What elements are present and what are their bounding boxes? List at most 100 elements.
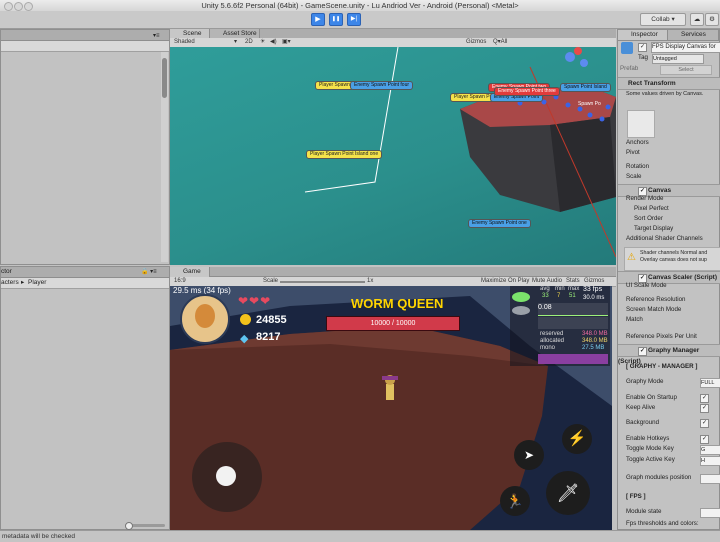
account-button[interactable]: ⚙ bbox=[705, 13, 719, 26]
breadcrumb-item-characters[interactable]: acters bbox=[1, 278, 19, 288]
anchors-label[interactable]: Anchors bbox=[626, 138, 720, 148]
label-enemy-spawn-one[interactable]: Enemy Spawn Point one bbox=[468, 219, 531, 228]
label-spawn-island-small[interactable]: Spawn Point Island bbox=[560, 83, 611, 92]
spawn-path-line bbox=[304, 47, 399, 193]
coin-count: 24855 bbox=[256, 314, 287, 326]
object-name-field[interactable]: FPS Display Canvas for bbox=[651, 42, 720, 53]
maximize-window-icon[interactable] bbox=[24, 2, 33, 11]
ui-scale-mode-label: UI Scale Mode bbox=[626, 282, 667, 289]
tab-inspector[interactable]: Inspector bbox=[618, 30, 668, 40]
graphy-manager-header[interactable]: ✓ Graphy Manager (Script) bbox=[618, 344, 720, 365]
keep-alive-checkbox[interactable]: ✓ bbox=[700, 404, 709, 413]
lightning-icon: ⚡ bbox=[567, 430, 587, 447]
fps-avg: 33 bbox=[542, 293, 549, 299]
status-bar: metadata will be checked bbox=[0, 530, 720, 542]
background-checkbox[interactable]: ✓ bbox=[700, 419, 709, 428]
hierarchy-scrollbar[interactable] bbox=[161, 52, 168, 262]
mute-audio-toggle[interactable]: Mute Audio bbox=[532, 277, 562, 286]
tab-game-label: Game bbox=[183, 268, 201, 275]
health-hearts: ❤❤❤ bbox=[238, 294, 272, 308]
zoom-slider[interactable] bbox=[125, 522, 165, 530]
scene-search-input[interactable]: Q▾All bbox=[493, 38, 507, 47]
cloud-button[interactable]: ☁ bbox=[690, 13, 704, 26]
close-window-icon[interactable] bbox=[4, 2, 13, 11]
sort-order-label: Sort Order bbox=[634, 215, 663, 222]
mem-allocated-label: allocated bbox=[540, 338, 565, 344]
attack-button[interactable]: 🗡 bbox=[546, 471, 590, 515]
window-title: Unity 5.6.6f2 Personal (64bit) - GameSce… bbox=[201, 1, 519, 10]
step-button[interactable]: ▶| bbox=[347, 13, 361, 26]
collab-button[interactable]: Collab ▾ bbox=[640, 13, 686, 26]
lighting-icon[interactable]: ☀ bbox=[260, 38, 265, 47]
player-avatar[interactable] bbox=[180, 294, 230, 344]
maximize-on-play-toggle[interactable]: Maximize On Play bbox=[481, 277, 529, 286]
special-attack-button[interactable]: ⚡ bbox=[562, 424, 592, 454]
enable-hotkeys-checkbox[interactable]: ✓ bbox=[700, 435, 709, 444]
audio-icon[interactable]: ◀) bbox=[270, 38, 277, 47]
label-spawn-s[interactable]: Spawn Po bbox=[575, 101, 604, 108]
stats-toggle[interactable]: Stats bbox=[566, 277, 580, 286]
graphy-checkbox[interactable]: ✓ bbox=[638, 347, 647, 356]
game-gizmos-dropdown[interactable]: Gizmos bbox=[584, 277, 604, 286]
run-button[interactable]: 🏃 bbox=[500, 486, 530, 516]
breadcrumb-item-player[interactable]: Player bbox=[28, 278, 46, 288]
label-enemy-spawn-four[interactable]: Enemy Spawn Point four bbox=[350, 81, 414, 90]
warning-text: Shader channels Normal and Overlay canva… bbox=[640, 250, 708, 263]
mem-reserved: 348.0 MB bbox=[582, 331, 608, 337]
label-red-spawn-b[interactable]: Enemy Spawn Point three bbox=[494, 87, 560, 96]
tab-game[interactable]: Game bbox=[170, 267, 210, 277]
pivot-label: Pivot bbox=[626, 149, 640, 156]
enable-on-startup-checkbox[interactable]: ✓ bbox=[700, 394, 709, 403]
game-view[interactable]: 29.5 ms (34 fps) ❤❤❤ 24855 ◆ 8217 WORM Q… bbox=[170, 286, 612, 530]
joystick-knob[interactable] bbox=[216, 466, 236, 486]
zoom-slider-handle[interactable] bbox=[125, 522, 133, 530]
panel-menu-icon[interactable]: ▾≡ bbox=[153, 32, 160, 39]
canvas-title: Canvas bbox=[648, 187, 672, 194]
shading-mode-dropdown[interactable]: Shaded bbox=[174, 38, 195, 47]
scale-slider[interactable] bbox=[280, 281, 365, 283]
main-toolbar: ▶ ❚❚ ▶| Collab ▾ ☁ ⚙ bbox=[0, 11, 720, 29]
boss-name: WORM QUEEN bbox=[351, 296, 444, 311]
dash-button[interactable]: ➤ bbox=[514, 440, 544, 470]
project-panel: ctor 🔒 ▾≡ acters ▸ Player bbox=[0, 266, 170, 530]
island-side bbox=[550, 117, 616, 212]
module-state-dropdown[interactable] bbox=[700, 508, 720, 518]
prefab-label: Prefab bbox=[620, 65, 639, 72]
graph-modules-position-dropdown[interactable] bbox=[700, 474, 720, 484]
scene-view[interactable]: Player Spawn Enemy Spawn Point four Play… bbox=[170, 47, 616, 265]
fps-header-avg: avg bbox=[540, 286, 550, 292]
canvas-scaler-title: Canvas Scaler (Script) bbox=[648, 274, 718, 281]
hierarchy-scroll-thumb[interactable] bbox=[162, 58, 167, 98]
effects-icon[interactable]: ▣▾ bbox=[282, 38, 291, 47]
virtual-joystick[interactable] bbox=[192, 442, 262, 512]
project-breadcrumb: acters ▸ Player bbox=[1, 278, 169, 289]
gizmos-dropdown[interactable]: Gizmos bbox=[466, 38, 486, 47]
pause-button[interactable]: ❚❚ bbox=[329, 13, 343, 26]
graphy-mode-dropdown[interactable]: FULL bbox=[700, 378, 720, 388]
fps-header-max: max bbox=[568, 286, 580, 292]
chevron-down-icon: ▾ bbox=[234, 39, 238, 45]
label-player-spawn-four[interactable]: Player Spawn bbox=[315, 81, 354, 90]
prefab-select-button[interactable]: Select bbox=[660, 65, 712, 75]
play-button[interactable]: ▶ bbox=[311, 13, 325, 26]
aspect-dropdown[interactable]: 16:9 bbox=[174, 277, 186, 286]
hierarchy-search-bar[interactable] bbox=[1, 41, 169, 52]
additional-channels-label: Additional Shader Channels bbox=[626, 235, 703, 242]
project-tab[interactable]: ctor bbox=[1, 267, 12, 277]
fps-header-min: min bbox=[555, 286, 565, 292]
tag-dropdown[interactable]: Untagged bbox=[652, 54, 704, 64]
active-checkbox[interactable]: ✓ bbox=[638, 43, 647, 52]
chevron-right-icon: ▸ bbox=[21, 279, 25, 286]
toggle-active-key-dropdown[interactable]: H bbox=[700, 456, 720, 466]
minimize-window-icon[interactable] bbox=[14, 2, 23, 11]
anchor-preset-widget[interactable] bbox=[627, 110, 655, 138]
scale-label: Scale bbox=[263, 278, 279, 284]
tab-services[interactable]: Services bbox=[668, 30, 719, 40]
toggle-mode-key-dropdown[interactable]: G bbox=[700, 445, 720, 455]
gameobject-icon bbox=[621, 42, 633, 54]
fps-indicator-icon bbox=[512, 292, 530, 302]
scale-label-insp: Scale bbox=[626, 173, 642, 180]
label-player-spawn-island-one[interactable]: Player Spawn Point Island one bbox=[306, 150, 383, 159]
lock-icon[interactable]: 🔒 ▾≡ bbox=[141, 267, 157, 277]
toggle-2d-button[interactable]: 2D bbox=[245, 38, 253, 47]
